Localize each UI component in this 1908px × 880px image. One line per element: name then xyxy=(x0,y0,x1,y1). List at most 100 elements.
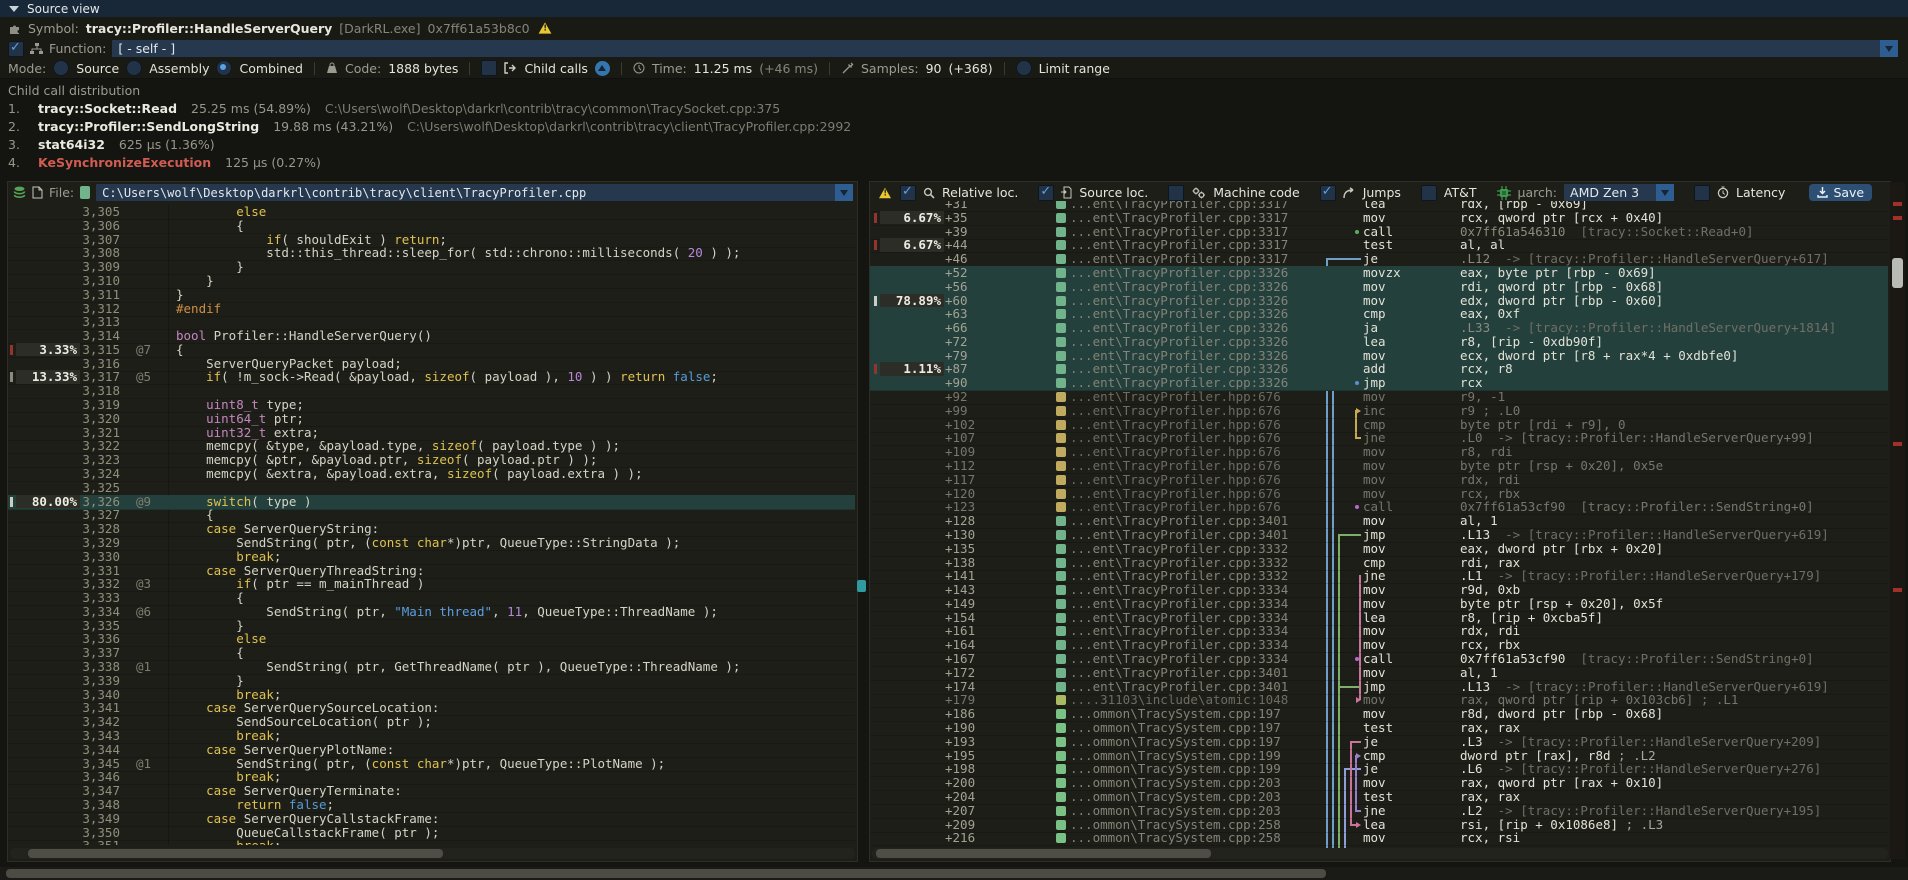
save-button[interactable]: Save xyxy=(1809,184,1872,201)
asm-mnemonic: mov xyxy=(1363,514,1386,528)
asm-source-location: ...ommon\TracySystem.cpp:203 xyxy=(1070,776,1281,790)
line-number: 3,318 xyxy=(48,384,120,398)
asm-source-location: ...ommon\TracySystem.cpp:199 xyxy=(1070,749,1281,763)
source-line[interactable]: 3,345@1 SendString( ptr, (const char*)pt… xyxy=(8,757,855,772)
source-file-chip xyxy=(1056,544,1066,554)
source-line[interactable]: 3,347 case ServerQueryTerminate: xyxy=(8,784,855,799)
asm-address: +200 xyxy=(945,776,975,790)
radio-combined[interactable] xyxy=(216,60,232,76)
source-file-chip xyxy=(1056,516,1066,526)
asm-address: +87 xyxy=(945,362,968,376)
source-line[interactable]: 3,339 } xyxy=(8,674,855,689)
window-hscrollbar-thumb[interactable] xyxy=(6,869,1326,878)
asm-operands: byte ptr [rdi + r9], 0 xyxy=(1460,418,1626,432)
source-line[interactable]: 3,309 } xyxy=(8,260,855,275)
source-line[interactable]: 3,342 SendSourceLocation( ptr ); xyxy=(8,715,855,730)
child-call-index: 3. xyxy=(8,137,24,152)
code-text: case ServerQueryString: xyxy=(176,522,379,536)
asm-operands: r8, rdi xyxy=(1460,445,1513,459)
source-file-chip xyxy=(1056,668,1066,678)
limit-range-radio[interactable] xyxy=(1016,60,1032,76)
window-titlebar[interactable]: Source view xyxy=(0,0,1908,17)
child-call-item[interactable]: 3.stat64i32625 µs (1.36%) xyxy=(8,137,215,152)
source-file-chip xyxy=(1056,420,1066,430)
assembly-vscrollbar[interactable] xyxy=(1890,182,1905,859)
source-line[interactable]: 3,343 break; xyxy=(8,729,855,744)
source-line[interactable]: 3,338@1 SendString( ptr, GetThreadName( … xyxy=(8,660,855,675)
function-self-checkbox[interactable] xyxy=(8,41,24,57)
source-line[interactable]: 3,324 memcpy( &extra, &payload.extra, si… xyxy=(8,467,855,482)
att-syntax-checkbox[interactable] xyxy=(1421,185,1437,201)
source-line[interactable]: 13.33%3,317@5 if( !m_sock->Read( &payloa… xyxy=(8,370,855,385)
symbol-bar: Symbol: tracy::Profiler::HandleServerQue… xyxy=(0,17,1908,40)
uarch-select[interactable]: AMD Zen 3 xyxy=(1564,184,1674,201)
source-loc-checkbox[interactable] xyxy=(1038,185,1054,201)
machine-code-checkbox[interactable] xyxy=(1168,185,1184,201)
asm-mnemonic: jne xyxy=(1363,569,1386,583)
source-line[interactable]: 3,320 uint64_t ptr; xyxy=(8,412,855,427)
child-call-item[interactable]: 1.tracy::Socket::Read25.25 ms (54.89%)C:… xyxy=(8,101,780,116)
assembly-vscrollbar-thumb[interactable] xyxy=(1892,258,1903,288)
asm-mnemonic: movzx xyxy=(1363,266,1401,280)
source-line[interactable]: 3,318 xyxy=(8,384,855,399)
source-line[interactable]: 3,329 SendString( ptr, (const char*)ptr,… xyxy=(8,536,855,551)
asm-operands: rax, qword ptr [rip + 0x103cb6] ; .L1 xyxy=(1460,693,1738,707)
asm-mnemonic: jne xyxy=(1363,431,1386,445)
code-text: QueueCallstackFrame( ptr ); xyxy=(176,826,439,840)
source-hscrollbar[interactable] xyxy=(10,848,855,859)
source-line[interactable]: 3,305 else xyxy=(8,205,855,220)
source-line[interactable]: 3,336 else xyxy=(8,632,855,647)
source-line[interactable]: 3,330 break; xyxy=(8,550,855,565)
asm-operands: rsi, [rip + 0x1086e8] ; .L3 xyxy=(1460,818,1663,832)
source-line[interactable]: 3,311} xyxy=(8,288,855,303)
asm-mnemonic: mov xyxy=(1363,638,1386,652)
source-line[interactable]: 3,310 } xyxy=(8,274,855,289)
parent-frame-button[interactable] xyxy=(595,61,610,76)
pane-divider-handle[interactable] xyxy=(857,580,866,592)
asm-address: +143 xyxy=(945,583,975,597)
source-line[interactable]: 3,351 break; xyxy=(8,839,855,845)
assembly-hscrollbar-thumb[interactable] xyxy=(876,849,1211,858)
asm-row[interactable]: +216...ommon\TracySystem.cpp:258movrcx, … xyxy=(870,831,1888,846)
child-call-item[interactable]: 4.KeSynchronizeExecution125 µs (0.27%) xyxy=(8,155,321,170)
jumps-checkbox[interactable] xyxy=(1320,185,1336,201)
asm-operands: rcx xyxy=(1460,376,1483,390)
source-line[interactable]: 3,312#endif xyxy=(8,302,855,317)
source-line[interactable]: 3,350 QueueCallstackFrame( ptr ); xyxy=(8,826,855,841)
relative-loc-checkbox[interactable] xyxy=(900,185,916,201)
source-line[interactable]: 3,308 std::this_thread::sleep_for( std::… xyxy=(8,246,855,261)
latency-checkbox[interactable] xyxy=(1694,185,1710,201)
source-line[interactable]: 3,327 { xyxy=(8,508,855,523)
source-line[interactable]: 3,335 } xyxy=(8,619,855,634)
child-calls-checkbox[interactable] xyxy=(481,60,497,76)
source-hscrollbar-thumb[interactable] xyxy=(28,849,443,858)
child-call-index: 4. xyxy=(8,155,24,170)
window-hscrollbar[interactable] xyxy=(0,867,1908,880)
source-line[interactable]: 3.33%3,315@7{ xyxy=(8,343,855,358)
asm-address: +120 xyxy=(945,487,975,501)
code-text: if( ptr == m_mainThread ) xyxy=(176,577,424,591)
line-number: 3,314 xyxy=(48,329,120,343)
asm-operands: 0x7ff61a53cf90 [tracy::Profiler::SendStr… xyxy=(1460,500,1814,514)
source-line[interactable]: 3,319 uint8_t type; xyxy=(8,398,855,413)
source-line[interactable]: 80.00%3,326@9 switch( type ) xyxy=(8,495,855,510)
code-text: memcpy( &ptr, &payload.ptr, sizeof( payl… xyxy=(176,453,597,467)
asm-operands: .L3 -> [tracy::Profiler::HandleServerQue… xyxy=(1460,735,1821,749)
source-line[interactable]: 3,332@3 if( ptr == m_mainThread ) xyxy=(8,577,855,592)
radio-source[interactable] xyxy=(53,60,69,76)
chevron-down-icon[interactable] xyxy=(1880,40,1898,57)
asm-source-location: ...ent\TracyProfiler.cpp:3326 xyxy=(1070,376,1288,390)
line-number: 3,307 xyxy=(48,233,120,247)
symbol-address: 0x7ff61a53b8c0 xyxy=(428,21,530,36)
function-select[interactable]: [ - self - ] xyxy=(112,40,1898,57)
collapse-icon[interactable] xyxy=(9,6,19,12)
radio-assembly-label: Assembly xyxy=(149,61,209,76)
radio-assembly[interactable] xyxy=(126,60,142,76)
source-line[interactable]: 3,346 break; xyxy=(8,770,855,785)
chevron-down-icon[interactable] xyxy=(1656,184,1674,201)
source-line[interactable]: 3,334@6 SendString( ptr, "Main thread", … xyxy=(8,605,855,620)
child-call-item[interactable]: 2.tracy::Profiler::SendLongString19.88 m… xyxy=(8,119,851,134)
file-select[interactable]: C:\Users\wolf\Desktop\darkrl\contrib\tra… xyxy=(96,184,853,201)
chevron-down-icon[interactable] xyxy=(835,184,853,201)
assembly-hscrollbar[interactable] xyxy=(872,848,1888,859)
